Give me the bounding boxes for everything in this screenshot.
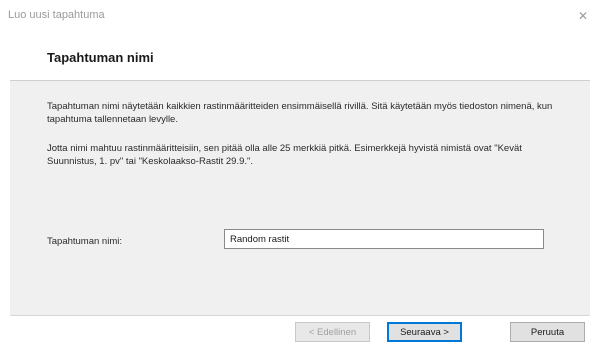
- window-title: Luo uusi tapahtuma: [8, 9, 105, 21]
- title-bar: Luo uusi tapahtuma ✕: [0, 0, 600, 34]
- event-name-label: Tapahtuman nimi:: [47, 236, 122, 247]
- event-name-input[interactable]: [224, 229, 544, 249]
- page-title: Tapahtuman nimi: [47, 50, 154, 65]
- back-button[interactable]: < Edellinen: [295, 322, 370, 342]
- cancel-button[interactable]: Peruuta: [510, 322, 585, 342]
- description-paragraph-2: Jotta nimi mahtuu rastinmääritteisiin, s…: [47, 143, 522, 167]
- footer-divider: [10, 315, 590, 316]
- description-paragraph-1: Tapahtuman nimi näytetään kaikkien rasti…: [47, 101, 553, 125]
- next-button[interactable]: Seuraava >: [387, 322, 462, 342]
- close-icon[interactable]: ✕: [576, 9, 590, 23]
